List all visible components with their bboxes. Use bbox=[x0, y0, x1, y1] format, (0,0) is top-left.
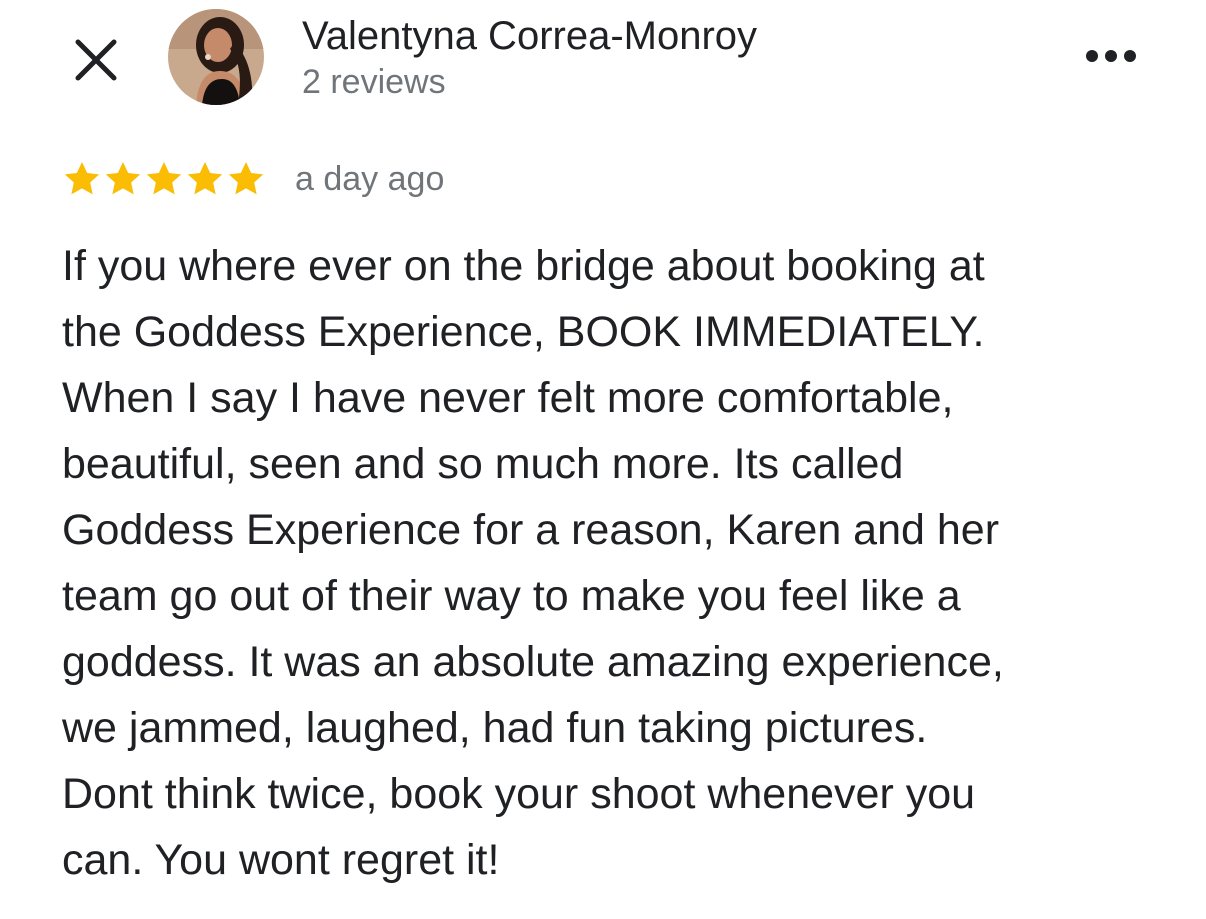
more-horizontal-icon bbox=[1086, 50, 1136, 62]
review-text-line: Dont think twice, book your shoot whenev… bbox=[62, 770, 976, 818]
star-icon bbox=[64, 162, 100, 195]
review-count: 2 reviews bbox=[302, 63, 446, 101]
review-text-line: beautiful, seen and so much more. Its ca… bbox=[62, 440, 904, 488]
profile-photo bbox=[168, 9, 264, 105]
star-icon bbox=[187, 162, 223, 195]
review-text-line: When I say I have never felt more comfor… bbox=[62, 374, 954, 422]
review-text: If you where ever on the bridge about bo… bbox=[62, 233, 1162, 893]
review-date: a day ago bbox=[295, 160, 445, 198]
more-options-button[interactable] bbox=[1076, 34, 1146, 78]
close-button[interactable] bbox=[66, 30, 126, 90]
avatar[interactable] bbox=[168, 9, 264, 105]
review-text-line: goddess. It was an absolute amazing expe… bbox=[62, 638, 1004, 686]
review-text-line: If you where ever on the bridge about bo… bbox=[62, 242, 985, 290]
star-icon bbox=[146, 162, 182, 195]
close-icon bbox=[75, 39, 117, 81]
review-text-line: we jammed, laughed, had fun taking pictu… bbox=[62, 704, 928, 752]
review-text-line: can. You wont regret it! bbox=[62, 836, 500, 884]
star-icon bbox=[228, 162, 264, 195]
star-rating bbox=[62, 159, 266, 199]
star-icon bbox=[105, 162, 141, 195]
review-text-line: Goddess Experience for a reason, Karen a… bbox=[62, 506, 1000, 554]
review-text-line: team go out of their way to make you fee… bbox=[62, 572, 961, 620]
review-text-line: the Goddess Experience, BOOK IMMEDIATELY… bbox=[62, 308, 985, 356]
reviewer-name[interactable]: Valentyna Correa-Monroy bbox=[302, 12, 757, 60]
